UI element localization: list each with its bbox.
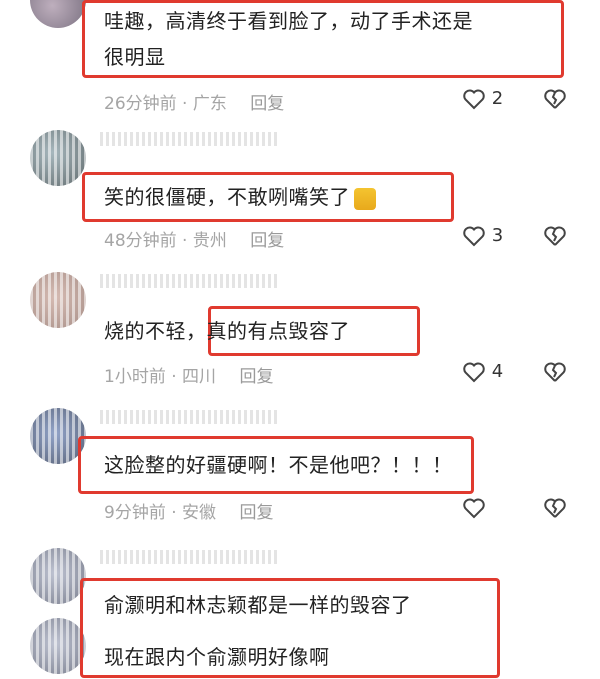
comment-location: 贵州	[192, 231, 227, 251]
username-blurred	[100, 410, 280, 424]
like-button[interactable]	[462, 497, 486, 519]
like-button[interactable]: 2	[462, 88, 503, 110]
comment-text-content: 笑的很僵硬，不敢咧嘴笑了	[104, 185, 350, 209]
reply-button[interactable]: 回复	[250, 231, 284, 251]
separator: ·	[171, 503, 177, 523]
username-blurred	[100, 274, 280, 288]
avatar[interactable]	[30, 548, 86, 604]
dislike-button[interactable]	[543, 225, 567, 247]
comment-time: 9分钟前	[104, 503, 166, 523]
comment-meta: 9分钟前 · 安徽 回复	[104, 498, 273, 523]
comment-text: 哇趣，高清终于看到脸了，动了手术还是	[104, 9, 473, 33]
username-blurred	[100, 550, 280, 564]
broken-heart-icon	[543, 89, 567, 109]
comment-location: 安徽	[182, 503, 217, 523]
comment-meta: 26分钟前 · 广东 回复	[104, 89, 284, 114]
comment-time: 26分钟前	[104, 94, 177, 114]
reply-button[interactable]: 回复	[239, 503, 273, 523]
dislike-button[interactable]	[543, 88, 567, 110]
separator: ·	[182, 94, 188, 114]
separator: ·	[171, 367, 177, 387]
comment-meta: 1小时前 · 四川 回复	[104, 362, 273, 387]
like-count: 2	[491, 88, 504, 109]
comment-text: 笑的很僵硬，不敢咧嘴笑了	[104, 180, 376, 214]
like-button[interactable]: 4	[462, 361, 503, 383]
dislike-button[interactable]	[543, 361, 567, 383]
avatar[interactable]	[30, 130, 86, 186]
heart-outline-icon	[462, 88, 486, 110]
avatar[interactable]	[30, 272, 86, 328]
separator: ·	[182, 231, 188, 251]
broken-heart-icon	[543, 498, 567, 518]
reply-button[interactable]: 回复	[250, 94, 284, 114]
broken-heart-icon	[543, 362, 567, 382]
avatar[interactable]	[30, 618, 86, 674]
like-count: 3	[491, 225, 504, 246]
heart-outline-icon	[462, 361, 486, 383]
avatar[interactable]	[30, 0, 86, 28]
comment-text: 很明显	[104, 45, 166, 69]
cat-emoji	[354, 187, 376, 210]
broken-heart-icon	[543, 226, 567, 246]
comment-time: 48分钟前	[104, 231, 177, 251]
comment-text: 俞灏明和林志颖都是一样的毁容了	[104, 593, 412, 617]
username-blurred	[100, 132, 280, 146]
heart-outline-icon	[462, 497, 486, 519]
comment-location: 广东	[192, 94, 227, 114]
dislike-button[interactable]	[543, 497, 567, 519]
comment-text: 烧的不轻，真的有点毁容了	[104, 319, 350, 343]
reply-button[interactable]: 回复	[239, 367, 273, 387]
comment-time: 1小时前	[104, 367, 166, 387]
like-button[interactable]: 3	[462, 225, 503, 247]
like-count: 4	[491, 361, 504, 382]
comment-text: 这脸整的好疆硬啊！不是他吧？！！！	[104, 453, 453, 477]
comment-meta: 48分钟前 · 贵州 回复	[104, 226, 284, 251]
comment-text: 现在跟内个俞灏明好像啊	[104, 645, 330, 669]
comment-location: 四川	[182, 367, 217, 387]
heart-outline-icon	[462, 225, 486, 247]
